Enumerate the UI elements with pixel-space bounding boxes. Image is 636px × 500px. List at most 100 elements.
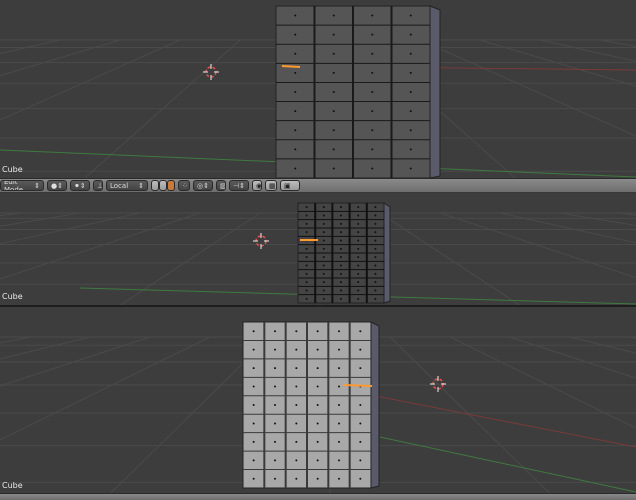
grid-line [559, 212, 636, 227]
face-dot [359, 348, 362, 351]
face-dot [294, 71, 297, 74]
face-dot [371, 110, 374, 113]
face-dot [409, 14, 412, 17]
face-dot [252, 330, 255, 333]
face-dot [357, 231, 360, 234]
snap-target-icon[interactable]: ⊣⇕ [229, 180, 249, 191]
face-dot [374, 256, 377, 259]
face-dot [332, 71, 335, 74]
face-dot [359, 440, 362, 443]
object-name-label: Cube [2, 292, 23, 301]
face-dot [409, 129, 412, 132]
face-dot [357, 264, 360, 267]
face-dot [316, 367, 319, 370]
grid-line [0, 336, 211, 441]
face-dot [294, 33, 297, 36]
face-dot [374, 272, 377, 275]
face-dot [340, 281, 342, 284]
viewport-top-canvas[interactable] [0, 0, 636, 178]
face-dot [338, 404, 340, 406]
3d-view-header: Edit Mode ⇕ ●⇕ ⚫⇕ ⊥ Local ⇕ ⁘ ◎⇕ ▨ ⊣⇕ ◉ ▦ … [0, 178, 636, 192]
orientation-label: Local [110, 181, 129, 190]
face-dot [294, 91, 297, 93]
mode-select[interactable]: Edit Mode ⇕ [0, 180, 44, 191]
grid-line [379, 212, 520, 305]
viewport-middle-canvas[interactable] [0, 193, 636, 305]
grid-line [439, 212, 636, 279]
snap-icon[interactable]: ▨ [216, 180, 226, 191]
viewport-bottom-canvas[interactable] [0, 307, 636, 493]
face-dot [316, 404, 319, 406]
face-dot [274, 367, 276, 370]
mesh-side-face [429, 5, 441, 178]
face-select-icon[interactable] [167, 180, 175, 191]
face-dot [338, 422, 340, 425]
face-dot [295, 440, 298, 443]
render-icon[interactable]: ▣ [280, 180, 300, 191]
face-dot [340, 297, 342, 300]
face-dot [316, 422, 319, 425]
face-dot [316, 385, 319, 388]
face-dot [252, 440, 255, 443]
snap-element-icon[interactable]: ◉ [252, 180, 262, 191]
face-dot [252, 422, 255, 425]
proportional-edit-icon[interactable]: ◎⇕ [193, 180, 213, 191]
face-dot [274, 422, 276, 425]
face-dot [340, 247, 342, 250]
face-dot [340, 289, 342, 292]
face-dot [338, 440, 340, 443]
edge-select-icon[interactable] [159, 180, 167, 191]
face-dot [252, 404, 255, 406]
layer-icon[interactable]: ▦ [265, 180, 277, 191]
viewport-top[interactable]: Cube [0, 0, 636, 178]
face-dot [359, 330, 362, 333]
grid-line [0, 39, 181, 121]
face-dot [294, 167, 297, 170]
face-dot [294, 148, 297, 151]
face-dot [374, 222, 377, 225]
face-dot [252, 477, 255, 480]
face-dot [409, 148, 412, 151]
face-dot [371, 52, 374, 55]
face-dot [305, 272, 308, 275]
face-dot [374, 239, 377, 242]
limit-visible-icon[interactable]: ⁘ [178, 180, 190, 191]
face-dot [359, 404, 362, 406]
grid-line [449, 336, 636, 429]
face-dot [305, 256, 308, 259]
selected-edge [342, 384, 373, 387]
viewport-shade-icon[interactable]: ●⇕ [47, 180, 67, 191]
face-dot [357, 206, 360, 209]
face-dot [409, 33, 412, 36]
face-dot [295, 367, 298, 370]
face-dot [340, 272, 342, 275]
face-dot [295, 330, 298, 333]
face-dot [371, 14, 374, 17]
viewport-bottom[interactable]: Cube [0, 307, 636, 493]
grid-line [0, 212, 81, 227]
face-dot [374, 297, 377, 300]
pivot-icon[interactable]: ⚫⇕ [70, 180, 90, 191]
face-dot [332, 110, 335, 113]
face-dot [295, 404, 298, 406]
face-dot [305, 264, 308, 267]
face-dot [305, 297, 308, 300]
face-dot [357, 239, 360, 242]
object-name-label: Cube [2, 165, 23, 174]
face-dot [332, 52, 335, 55]
transform-orientation-icon[interactable]: ⊥ [93, 180, 103, 191]
face-dot [409, 167, 412, 170]
face-dot [322, 239, 325, 242]
face-dot [305, 281, 308, 284]
face-dot [409, 91, 412, 93]
face-dot [332, 167, 335, 170]
vertex-select-icon[interactable] [151, 180, 159, 191]
face-dot [374, 214, 377, 217]
face-dot [409, 52, 412, 55]
grid-line [0, 39, 61, 54]
face-dot [357, 222, 360, 225]
orientation-select[interactable]: Local ⇕ [106, 180, 148, 191]
mode-label: Edit Mode [4, 180, 24, 191]
viewport-middle[interactable]: Cube [0, 193, 636, 305]
face-dot [338, 348, 340, 351]
